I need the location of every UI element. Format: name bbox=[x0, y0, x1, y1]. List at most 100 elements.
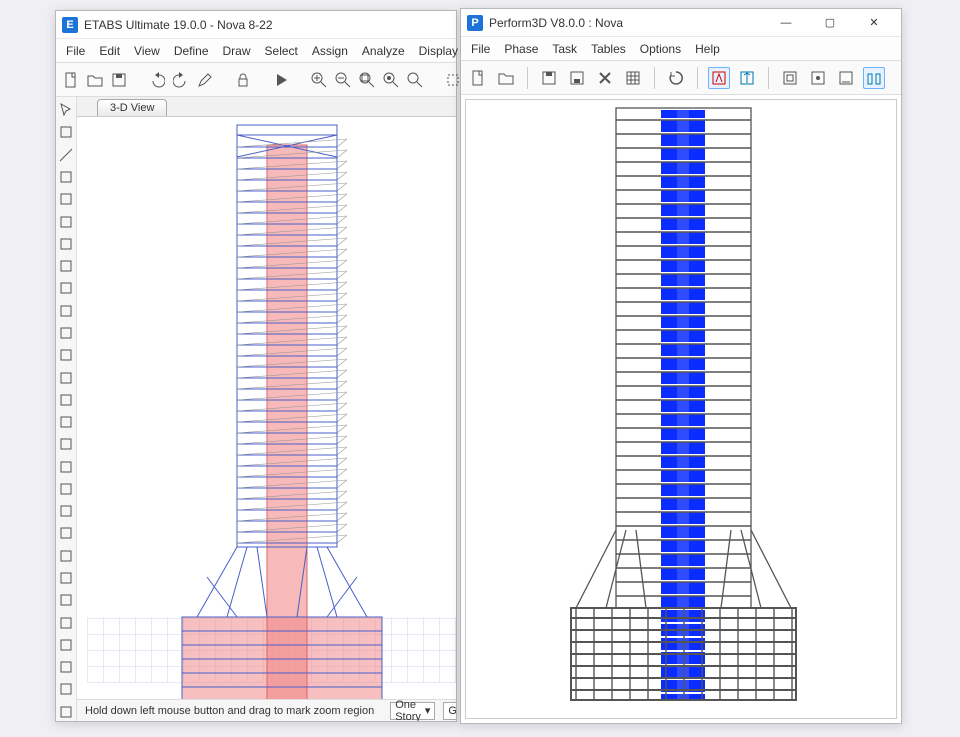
story-dropdown[interactable]: One Story ▾ bbox=[390, 702, 435, 720]
copy-shape-icon[interactable] bbox=[56, 257, 76, 275]
braces-icon[interactable] bbox=[56, 190, 76, 208]
window-buttons: — ▢ ✕ bbox=[765, 11, 895, 35]
view2-icon[interactable] bbox=[736, 67, 758, 89]
undo-icon[interactable] bbox=[148, 69, 166, 91]
perform3d-canvas[interactable] bbox=[465, 99, 897, 719]
none-icon[interactable] bbox=[56, 235, 76, 253]
beam-icon[interactable] bbox=[56, 212, 76, 230]
story-dropdown-value: One Story bbox=[395, 699, 421, 722]
run-analysis-icon[interactable] bbox=[665, 67, 687, 89]
zoom-selection-icon[interactable] bbox=[382, 69, 400, 91]
perform3d-menubar: File Phase Task Tables Options Help bbox=[461, 37, 901, 61]
offset2-icon[interactable] bbox=[56, 391, 76, 409]
area-icon[interactable] bbox=[56, 324, 76, 342]
view5-icon[interactable] bbox=[835, 67, 857, 89]
new-icon[interactable] bbox=[467, 67, 489, 89]
etabs-menubar: File Edit View Define Draw Select Assign Analyz… bbox=[56, 39, 456, 63]
pointer-icon[interactable] bbox=[56, 101, 76, 119]
etabs-status-text: Hold down left mouse button and drag to … bbox=[85, 705, 374, 717]
minimize-button[interactable]: — bbox=[765, 11, 807, 35]
menu-help[interactable]: Help bbox=[695, 42, 720, 56]
zoom-in-icon[interactable] bbox=[310, 69, 328, 91]
open-icon[interactable] bbox=[495, 67, 517, 89]
toolbar-separator bbox=[654, 67, 655, 89]
toolbar-separator bbox=[697, 67, 698, 89]
perform3d-titlebar[interactable]: P Perform3D V8.0.0 : Nova — ▢ ✕ bbox=[461, 9, 901, 37]
new-icon[interactable] bbox=[62, 69, 80, 91]
save-icon[interactable] bbox=[110, 69, 128, 91]
view4-icon[interactable] bbox=[807, 67, 829, 89]
menu-display[interactable]: Display bbox=[419, 44, 458, 58]
divider-icon[interactable] bbox=[56, 569, 76, 587]
close-button[interactable]: ✕ bbox=[853, 11, 895, 35]
view3-icon[interactable] bbox=[779, 67, 801, 89]
menu-task[interactable]: Task bbox=[552, 42, 577, 56]
delete-icon[interactable] bbox=[594, 67, 616, 89]
view1-icon[interactable] bbox=[708, 67, 730, 89]
etabs-title-text: ETABS Ultimate 19.0.0 - Nova 8-22 bbox=[84, 18, 273, 32]
run-icon[interactable] bbox=[272, 69, 290, 91]
menu-define[interactable]: Define bbox=[174, 44, 209, 58]
perform3d-window: P Perform3D V8.0.0 : Nova — ▢ ✕ File Phas… bbox=[460, 8, 902, 724]
reshape-icon[interactable] bbox=[56, 123, 76, 141]
open-icon[interactable] bbox=[86, 69, 104, 91]
etabs-toolbar: 3-dPla bbox=[56, 63, 456, 97]
menu-phase[interactable]: Phase bbox=[504, 42, 538, 56]
zoom-window-icon[interactable] bbox=[406, 69, 424, 91]
menu-file[interactable]: File bbox=[66, 44, 85, 58]
menu-assign[interactable]: Assign bbox=[312, 44, 348, 58]
zoom-out-icon[interactable] bbox=[334, 69, 352, 91]
dim-icon[interactable] bbox=[56, 458, 76, 476]
menu-view[interactable]: View bbox=[134, 44, 160, 58]
rect-icon[interactable] bbox=[56, 168, 76, 186]
line-icon[interactable] bbox=[56, 146, 76, 164]
extrude-icon[interactable] bbox=[56, 524, 76, 542]
offset3-icon[interactable] bbox=[56, 413, 76, 431]
perform3d-building-model bbox=[466, 100, 896, 719]
etabs-titlebar[interactable]: E ETABS Ultimate 19.0.0 - Nova 8-22 bbox=[56, 11, 456, 39]
chevron-down-icon: ▾ bbox=[425, 704, 431, 717]
local-icon[interactable] bbox=[56, 680, 76, 698]
load-icon[interactable] bbox=[56, 613, 76, 631]
menu-analyze[interactable]: Analyze bbox=[362, 44, 405, 58]
snap-icon[interactable] bbox=[56, 636, 76, 654]
perform3d-app-icon: P bbox=[467, 15, 483, 31]
axes-icon[interactable] bbox=[56, 658, 76, 676]
units-dropdown[interactable]: Glo bbox=[443, 702, 456, 720]
etabs-window: E ETABS Ultimate 19.0.0 - Nova 8-22 File… bbox=[55, 10, 457, 722]
assign-icon[interactable] bbox=[56, 480, 76, 498]
menu-edit[interactable]: Edit bbox=[99, 44, 120, 58]
zoom-extents-icon[interactable] bbox=[358, 69, 376, 91]
redo-icon[interactable] bbox=[172, 69, 190, 91]
menu-tables[interactable]: Tables bbox=[591, 42, 626, 56]
shell-icon[interactable] bbox=[56, 302, 76, 320]
etabs-vertical-toolbar bbox=[56, 97, 77, 721]
save-icon[interactable] bbox=[538, 67, 560, 89]
menu-options[interactable]: Options bbox=[640, 42, 681, 56]
view6-icon[interactable] bbox=[863, 67, 885, 89]
wall-icon[interactable] bbox=[56, 279, 76, 297]
joint-icon[interactable] bbox=[56, 435, 76, 453]
toolbar-separator bbox=[527, 67, 528, 89]
menu-file[interactable]: File bbox=[471, 42, 490, 56]
perform3d-title-text: Perform3D V8.0.0 : Nova bbox=[489, 16, 623, 30]
etabs-tab-3dview[interactable]: 3-D View bbox=[97, 99, 167, 116]
refresh-icon[interactable] bbox=[196, 69, 214, 91]
maximize-button[interactable]: ▢ bbox=[809, 11, 851, 35]
lock-icon[interactable] bbox=[234, 69, 252, 91]
mirror-icon[interactable] bbox=[56, 547, 76, 565]
menu-select[interactable]: Select bbox=[265, 44, 298, 58]
grid-icon[interactable] bbox=[56, 502, 76, 520]
saveas-icon[interactable] bbox=[566, 67, 588, 89]
menu-draw[interactable]: Draw bbox=[223, 44, 251, 58]
table-icon[interactable] bbox=[622, 67, 644, 89]
etabs-viewport: 3-D View bbox=[77, 97, 456, 721]
etabs-building-model bbox=[77, 117, 451, 699]
toolbar-separator bbox=[768, 67, 769, 89]
target-icon[interactable] bbox=[56, 346, 76, 364]
etabs-canvas[interactable] bbox=[77, 117, 456, 699]
support-icon[interactable] bbox=[56, 591, 76, 609]
etabs-statusbar: Hold down left mouse button and drag to … bbox=[77, 699, 456, 721]
more-icon[interactable] bbox=[56, 703, 76, 721]
offset1-icon[interactable] bbox=[56, 368, 76, 386]
